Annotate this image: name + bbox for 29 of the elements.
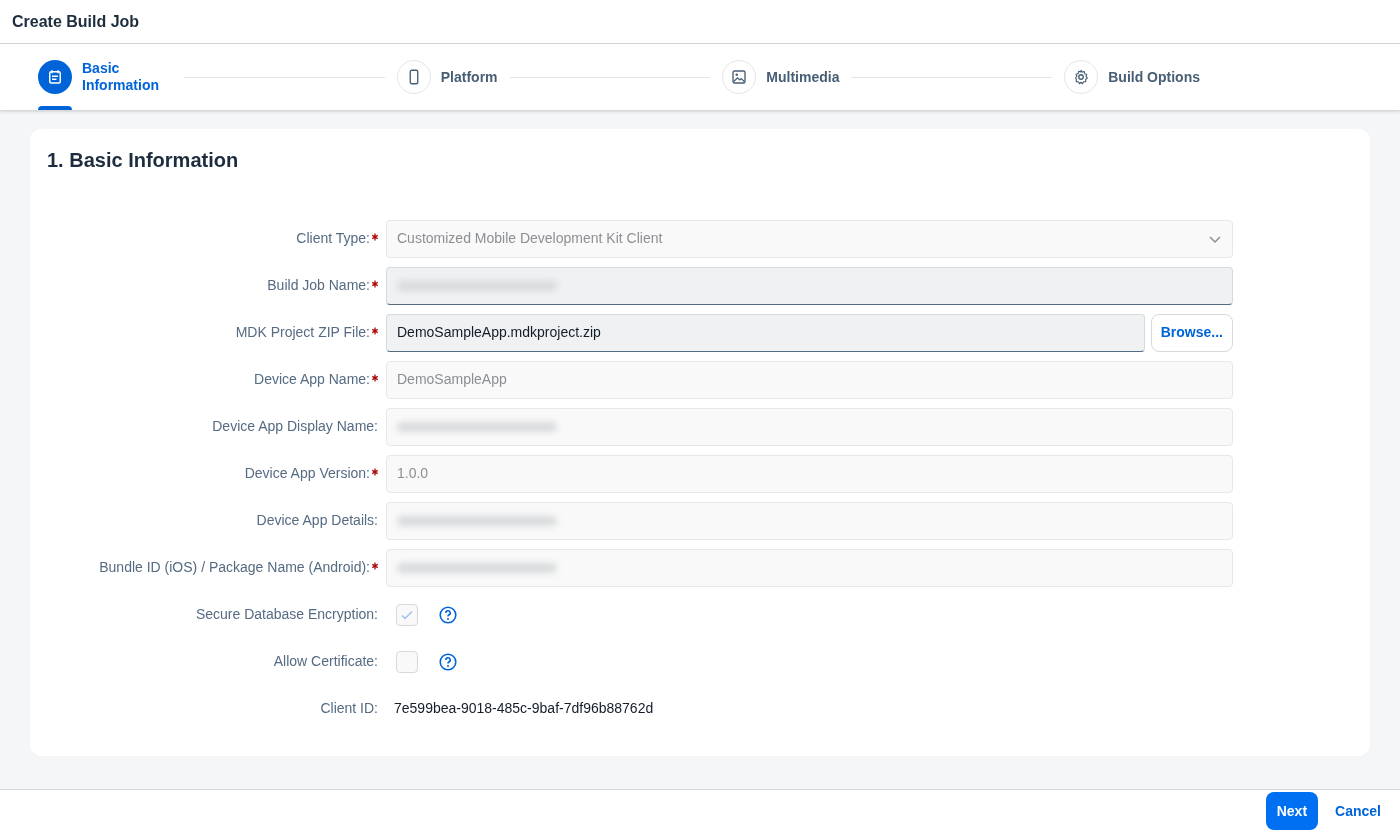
field-label: Build Job Name: [267,276,370,295]
calendar-icon [46,68,64,86]
field-label: Bundle ID (iOS) / Package Name (Android): [99,558,370,577]
client-id-value: 7e599bea-9018-485c-9baf-7df96b88762d [394,699,654,718]
input-field: 1.0.0 [386,454,1233,493]
field-label: Device App Details: [256,511,378,530]
field-label: Device App Version: [244,464,370,483]
field-label: Secure Database Encryption: [195,605,378,624]
field-label: Device App Display Name: [212,417,378,436]
step-tab[interactable]: Basic Information [38,44,172,110]
field-label: Allow Certificate: [273,652,378,671]
input-field[interactable] [386,266,1233,305]
input-field[interactable]: DemoSampleApp.mdkproject.zip [386,313,1145,352]
input-field: DemoSampleApp [386,360,1233,399]
step-tab[interactable]: Build Options [1064,44,1200,110]
next-button[interactable]: Next [1265,792,1319,830]
step-tab[interactable]: Platform [396,44,498,110]
field-label: MDK Project ZIP File: [235,323,370,342]
image-icon [730,68,749,86]
settings-icon [1072,68,1091,86]
select-field: Customized Mobile Development Kit Client [386,219,1233,258]
step-tab[interactable]: Multimedia [722,44,840,110]
field-label: Device App Name: [254,370,370,389]
window-title: Create Build Job [12,11,140,32]
browse-button[interactable]: Browse... [1150,313,1233,352]
cancel-button[interactable]: Cancel [1326,792,1390,830]
field-label: Client Type: [296,229,370,248]
section-title: 1. Basic Information [47,148,240,173]
field-label: Client ID: [320,699,378,718]
